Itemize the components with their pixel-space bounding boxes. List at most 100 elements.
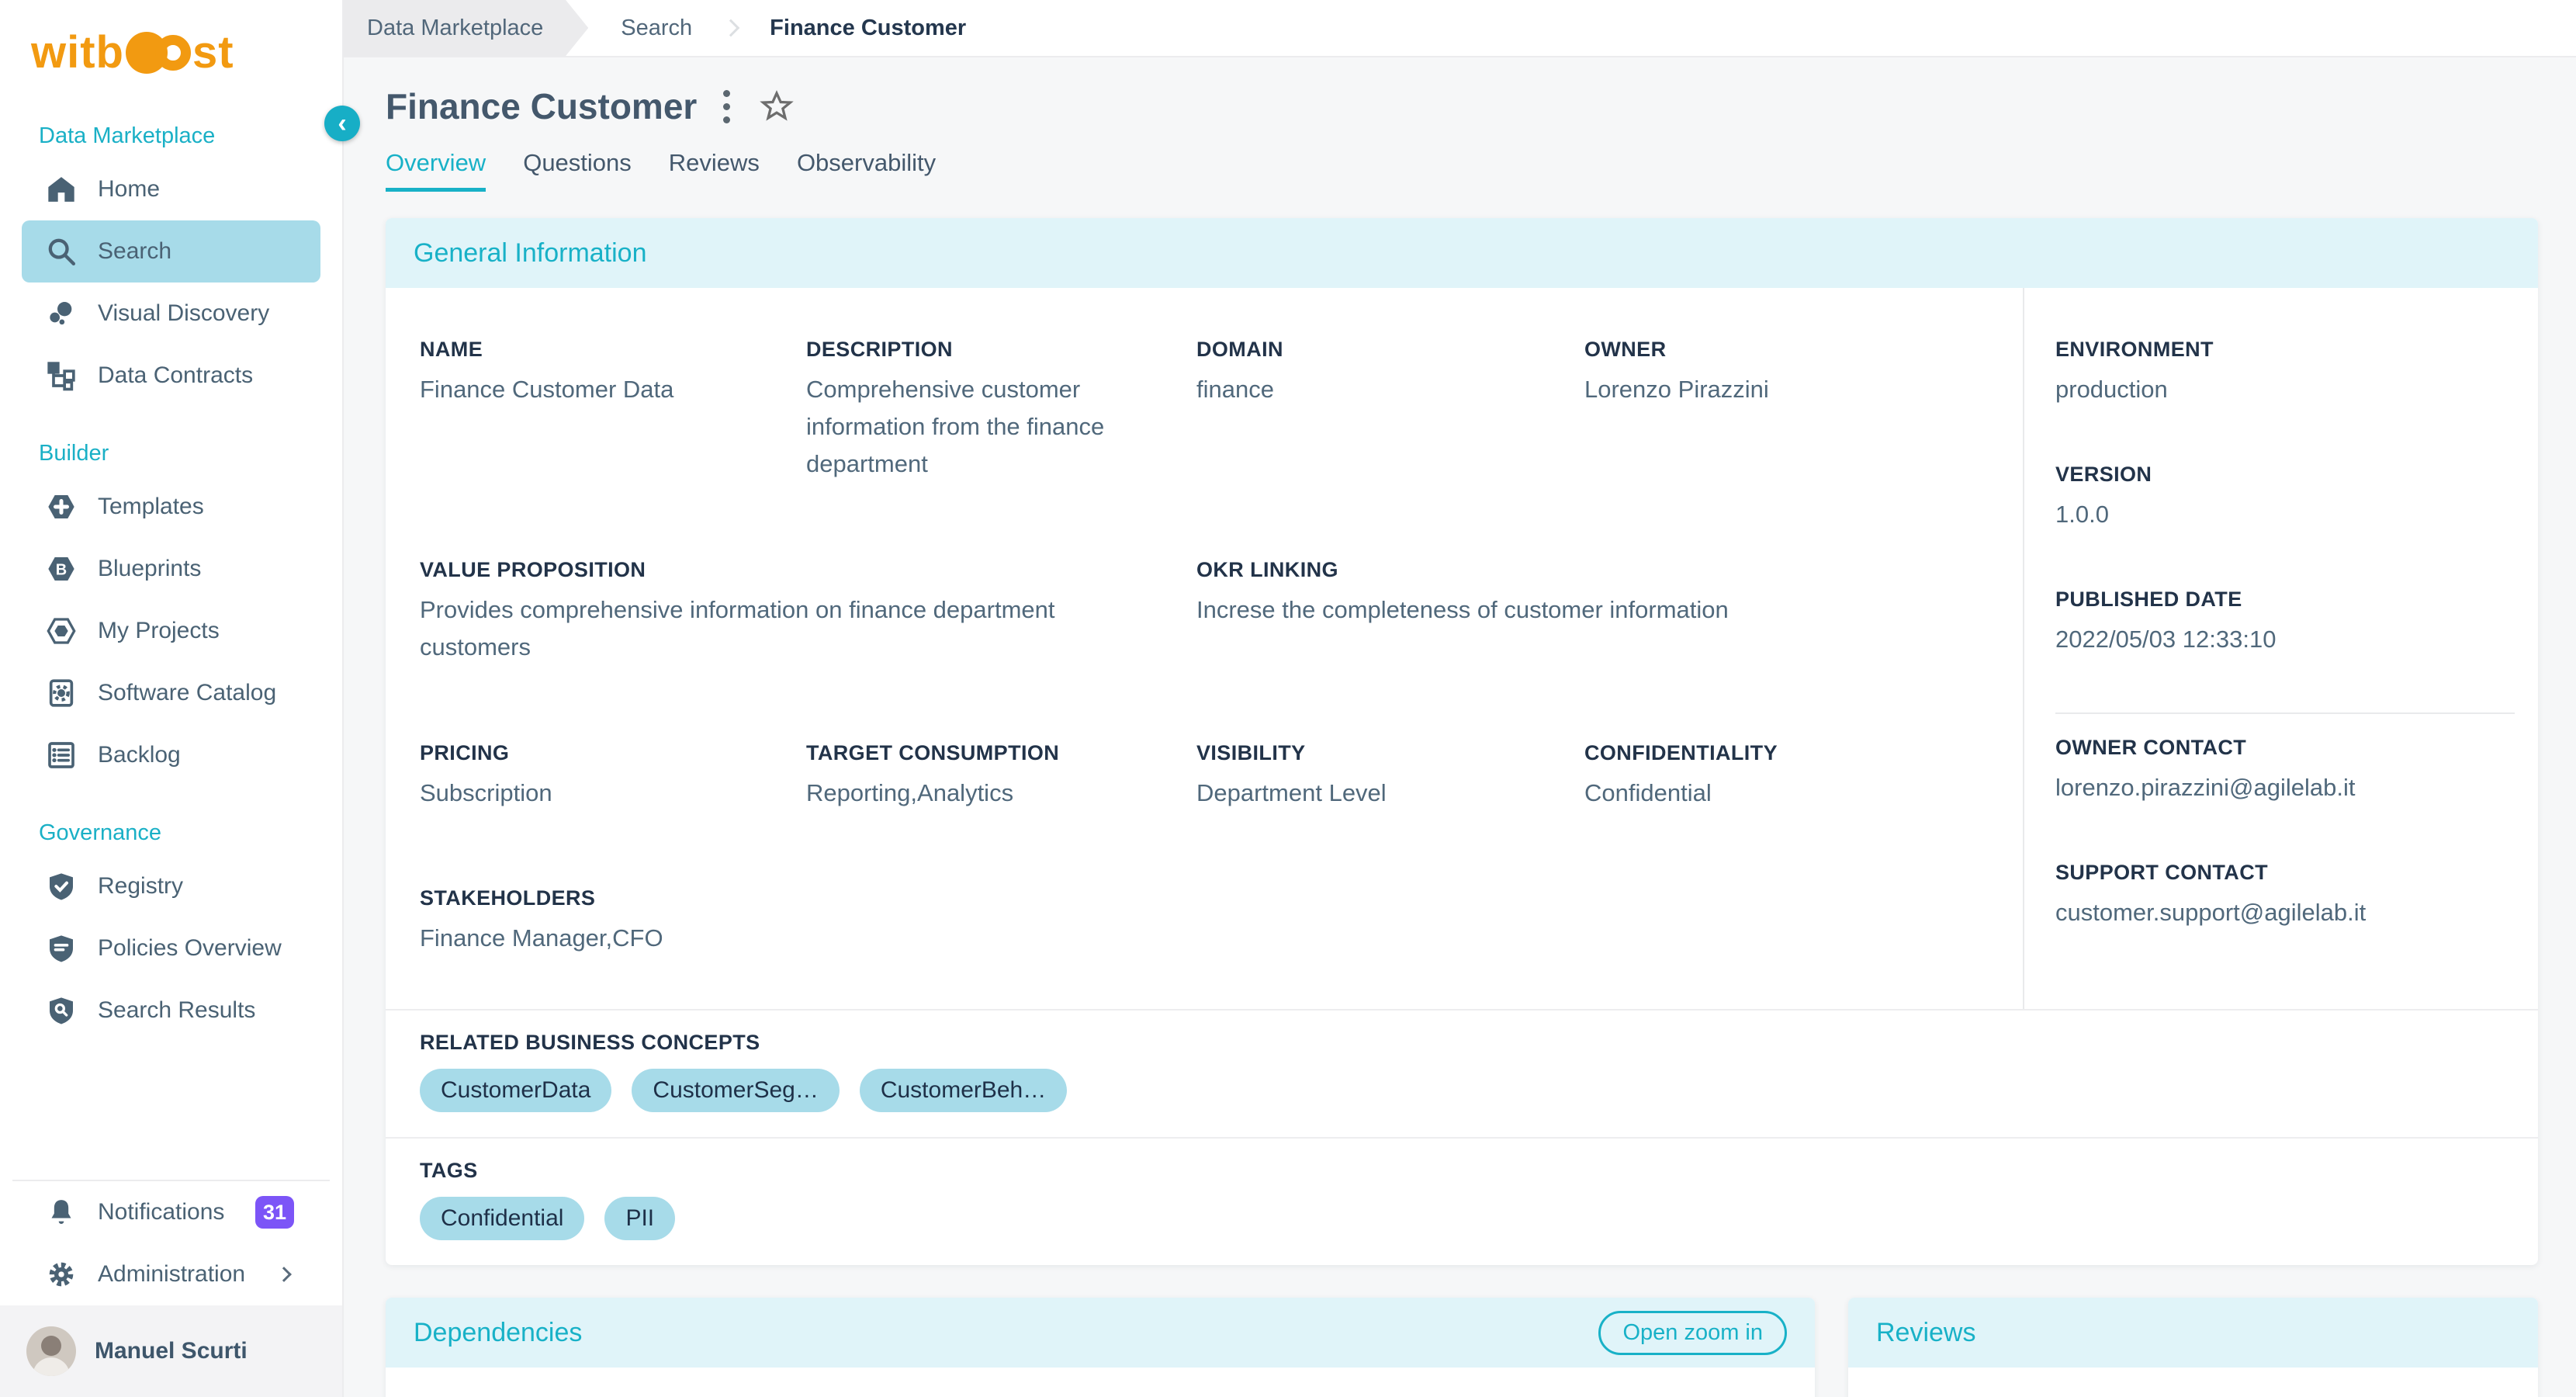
sidebar-item-software-catalog[interactable]: Software Catalog xyxy=(22,662,320,724)
sidebar-item-data-contracts[interactable]: Data Contracts xyxy=(22,345,320,407)
tab-questions[interactable]: Questions xyxy=(523,149,632,192)
sidebar-item-home[interactable]: Home xyxy=(22,158,320,220)
bell-icon xyxy=(45,1196,78,1229)
kebab-menu-icon[interactable] xyxy=(720,87,733,127)
breadcrumb-item-search[interactable]: Search xyxy=(621,16,692,41)
user-profile[interactable]: Manuel Scurti xyxy=(0,1305,342,1397)
shield-lines-icon xyxy=(45,932,78,965)
bubbles-icon xyxy=(45,297,78,330)
sidebar-item-my-projects[interactable]: My Projects xyxy=(22,600,320,662)
sidebar-item-registry[interactable]: Registry xyxy=(22,855,320,917)
home-icon xyxy=(45,173,78,206)
hexagon-outline-icon xyxy=(45,615,78,647)
reviews-card: Reviews PROJECT SCORE 4.00 xyxy=(1848,1298,2538,1397)
page-title: Finance Customer xyxy=(386,85,697,127)
breadcrumb-item-data-marketplace[interactable]: Data Marketplace xyxy=(344,0,588,57)
list-icon xyxy=(45,739,78,771)
logo-text-right: st xyxy=(192,26,234,78)
content: Finance Customer Overview Questions Revi… xyxy=(344,57,2576,1397)
sidebar-item-search[interactable]: Search xyxy=(22,220,320,283)
breadcrumb: Data Marketplace Search Finance Customer xyxy=(344,0,2576,57)
concept-chips: CustomerData CustomerSeg… CustomerBeh… xyxy=(420,1069,2504,1112)
card-title: General Information xyxy=(414,238,647,269)
sidebar-item-label: Registry xyxy=(98,873,183,900)
general-information-header: General Information xyxy=(386,218,2538,288)
card-gear-icon xyxy=(45,677,78,709)
chevron-right-icon xyxy=(276,1267,292,1282)
field-name: NAME Finance Customer Data xyxy=(420,338,806,408)
reviews-header: Reviews xyxy=(1848,1298,2538,1368)
tag-chip[interactable]: PII xyxy=(604,1197,675,1240)
shield-check-icon xyxy=(45,870,78,903)
tabs: Overview Questions Reviews Observability xyxy=(386,149,2538,192)
sidebar-item-search-results[interactable]: Search Results xyxy=(22,979,320,1042)
tag-chip[interactable]: Confidential xyxy=(420,1197,584,1240)
svg-text:B: B xyxy=(56,562,67,579)
card-title: Reviews xyxy=(1876,1318,1975,1348)
field-support-contact: SUPPORT CONTACT customer.support@agilela… xyxy=(2055,861,2515,931)
concept-chip[interactable]: CustomerData xyxy=(420,1069,611,1112)
shield-search-icon xyxy=(45,994,78,1027)
sidebar-item-blueprints[interactable]: B Blueprints xyxy=(22,538,320,600)
sidebar-item-policies-overview[interactable]: Policies Overview xyxy=(22,917,320,979)
bottom-row: Dependencies Open zoom in Finance CRM xyxy=(386,1298,2538,1397)
sidebar-item-label: Home xyxy=(98,176,160,203)
sidebar-collapse-button[interactable]: ‹ xyxy=(324,106,360,141)
sidebar-section-data-marketplace: Data Marketplace xyxy=(39,123,342,149)
sidebar-item-label: Software Catalog xyxy=(98,680,276,706)
sidebar-item-label: Visual Discovery xyxy=(98,300,269,327)
field-description: DESCRIPTION Comprehensive customer infor… xyxy=(806,338,1196,483)
sidebar-item-label: Blueprints xyxy=(98,556,201,582)
sidebar: witb st Data Marketplace Home Search Vis… xyxy=(0,0,344,1397)
sidebar-section-governance: Governance xyxy=(39,820,342,846)
schema-icon xyxy=(45,359,78,392)
hexagon-plus-icon xyxy=(45,491,78,523)
app-root: witb st Data Marketplace Home Search Vis… xyxy=(0,0,2576,1397)
card-title: Dependencies xyxy=(414,1318,582,1348)
sidebar-item-label: My Projects xyxy=(98,618,220,644)
sidebar-item-backlog[interactable]: Backlog xyxy=(22,724,320,786)
sidebar-item-administration[interactable]: Administration xyxy=(22,1243,320,1305)
concept-chip[interactable]: CustomerSeg… xyxy=(632,1069,839,1112)
breadcrumb-item-current: Finance Customer xyxy=(770,16,966,41)
chevron-separator-icon xyxy=(722,19,740,37)
sidebar-item-label: Data Contracts xyxy=(98,362,253,389)
user-name: Manuel Scurti xyxy=(95,1338,248,1364)
sidebar-item-templates[interactable]: Templates xyxy=(22,476,320,538)
sidebar-item-label: Administration xyxy=(98,1261,245,1288)
tab-reviews[interactable]: Reviews xyxy=(669,149,760,192)
general-information-body: NAME Finance Customer Data DESCRIPTION C… xyxy=(386,288,2538,1009)
tags-section: TAGS Confidential PII xyxy=(386,1137,2538,1265)
field-environment: ENVIRONMENT production xyxy=(2055,338,2515,408)
tab-observability[interactable]: Observability xyxy=(797,149,936,192)
field-target-consumption: TARGET CONSUMPTION Reporting,Analytics xyxy=(806,741,1196,812)
dependencies-header: Dependencies Open zoom in xyxy=(386,1298,1815,1368)
title-row: Finance Customer xyxy=(386,85,2538,127)
dependencies-card: Dependencies Open zoom in Finance CRM xyxy=(386,1298,1815,1397)
reviews-body: PROJECT SCORE 4.00 3 Ratings xyxy=(1848,1368,2538,1397)
witboost-logo: witb st xyxy=(0,0,342,89)
field-confidentiality: CONFIDENTIALITY Confidential xyxy=(1584,741,2023,812)
general-information-side-column: ENVIRONMENT production VERSION 1.0.0 PUB… xyxy=(2023,288,2538,1009)
hexagon-b-icon: B xyxy=(45,553,78,585)
logo-circles-icon xyxy=(126,32,191,74)
divider xyxy=(2055,712,2515,714)
open-zoom-in-button[interactable]: Open zoom in xyxy=(1598,1311,1787,1355)
tab-overview[interactable]: Overview xyxy=(386,149,486,192)
sidebar-item-label: Search xyxy=(98,238,171,265)
related-business-concepts-section: RELATED BUSINESS CONCEPTS CustomerData C… xyxy=(386,1009,2538,1137)
concept-chip[interactable]: CustomerBeh… xyxy=(860,1069,1067,1112)
general-information-card: General Information NAME Finance Custome… xyxy=(386,218,2538,1265)
field-domain: DOMAIN finance xyxy=(1196,338,1584,408)
favorite-star-icon[interactable] xyxy=(760,89,794,123)
search-icon xyxy=(45,235,78,268)
gear-icon xyxy=(45,1258,78,1291)
field-published-date: PUBLISHED DATE 2022/05/03 12:33:10 xyxy=(2055,588,2515,658)
section-label: RELATED BUSINESS CONCEPTS xyxy=(420,1031,2504,1055)
sidebar-item-label: Backlog xyxy=(98,742,181,768)
sidebar-item-visual-discovery[interactable]: Visual Discovery xyxy=(22,283,320,345)
sidebar-item-label: Notifications xyxy=(98,1199,224,1225)
sidebar-item-label: Templates xyxy=(98,494,204,520)
sidebar-item-notifications[interactable]: Notifications 31 xyxy=(22,1181,320,1243)
sidebar-footer: Notifications 31 Administration Manuel S… xyxy=(0,1180,342,1397)
